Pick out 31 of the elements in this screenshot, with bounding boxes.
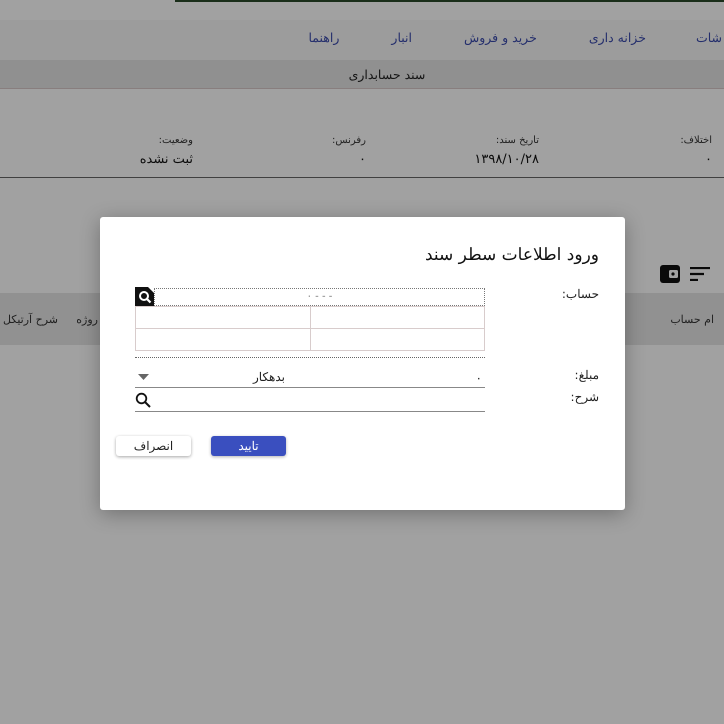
caret-icon bbox=[138, 374, 149, 380]
menu-item[interactable]: خزانه داری bbox=[548, 20, 658, 45]
sort-icon[interactable] bbox=[690, 267, 710, 281]
menu-item[interactable]: انبار bbox=[351, 20, 424, 45]
field-value: ۱۳۹۸/۱۰/۲۸ bbox=[474, 152, 539, 167]
amount-label: مبلغ: bbox=[574, 367, 599, 382]
field-value: ۰ bbox=[705, 152, 712, 167]
wallet-icon[interactable] bbox=[660, 265, 680, 283]
field-label: رفرنس: bbox=[332, 135, 366, 146]
field-value: ۰ bbox=[359, 152, 366, 167]
dialog-title: ورود اطلاعات سطر سند bbox=[424, 245, 599, 265]
column-header: روژه bbox=[75, 312, 98, 326]
cancel-button[interactable]: انصراف bbox=[116, 436, 191, 456]
column-header: ام حساب bbox=[670, 312, 714, 326]
field-value: ثبت نشده bbox=[140, 152, 193, 167]
confirm-button[interactable]: تایید bbox=[211, 436, 286, 456]
column-header: شرح آرتیکل bbox=[2, 312, 58, 326]
amount-field[interactable]: ۰ bbox=[285, 367, 485, 388]
search-icon[interactable] bbox=[135, 392, 151, 408]
field-label: تاریخ سند: bbox=[496, 135, 539, 146]
account-field[interactable]: ۰ - - - bbox=[154, 288, 485, 306]
menu-item[interactable]: خرید و فروش bbox=[424, 20, 549, 45]
side-dropdown[interactable]: بدهکار bbox=[135, 367, 285, 388]
search-icon[interactable] bbox=[135, 287, 154, 306]
menu-item[interactable]: شات bbox=[658, 20, 724, 45]
menu-item[interactable]: راهنما bbox=[268, 20, 352, 45]
field-label: وضعیت: bbox=[158, 135, 193, 146]
field-label: اختلاف: bbox=[680, 135, 712, 146]
account-label: حساب: bbox=[560, 287, 599, 301]
description-label: شرح: bbox=[570, 389, 599, 404]
page-title: سند حسابداری bbox=[348, 66, 426, 82]
